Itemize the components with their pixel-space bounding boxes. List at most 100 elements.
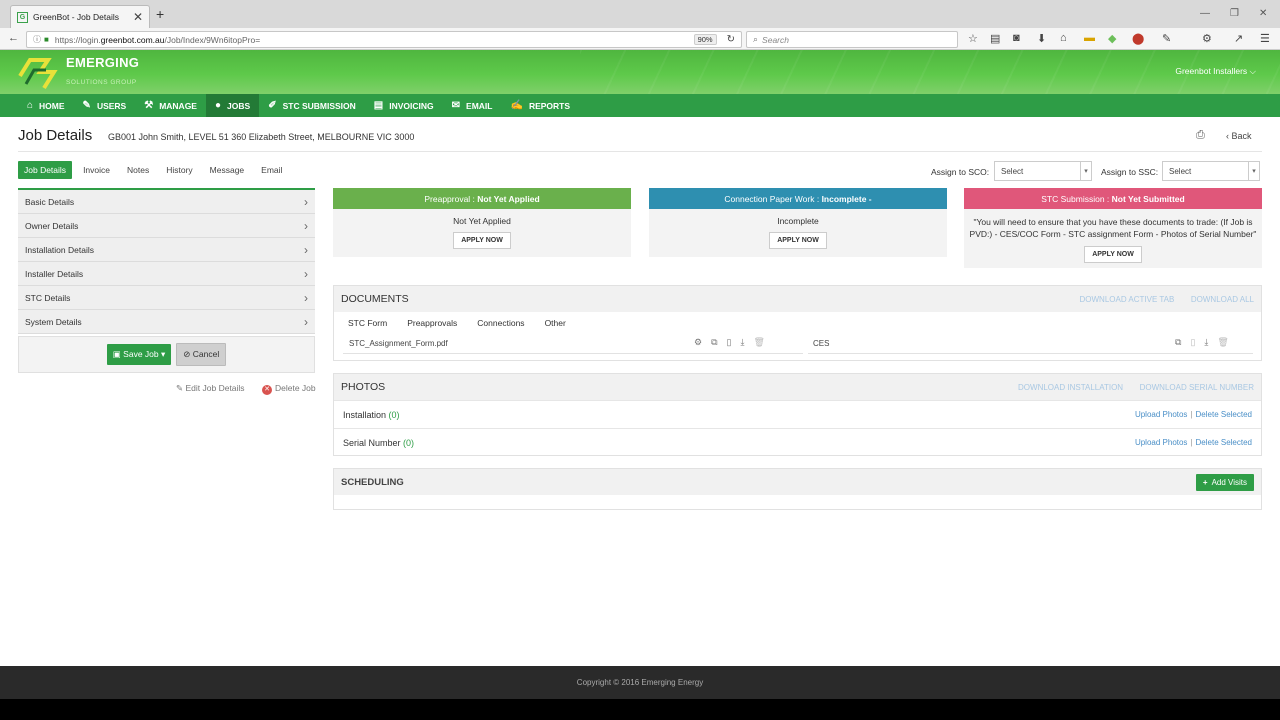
stc-submission-card: STC Submission : Not Yet Submitted "You …	[964, 188, 1262, 268]
home-icon: ⌂	[27, 100, 34, 111]
copyright-text: Copyright © 2016 Emerging Energy	[576, 678, 704, 687]
new-tab-icon[interactable]: +	[156, 6, 164, 22]
user-menu[interactable]: Greenbot Installers ⌵	[1175, 66, 1256, 77]
edit-job-details-link[interactable]: ✎ Edit Job Details	[176, 383, 245, 394]
job-subtabs: Job Details Invoice Notes History Messag…	[18, 161, 293, 179]
restore-icon[interactable]: ❐	[1230, 8, 1239, 19]
assign-ssc-select[interactable]: Select ▾	[1162, 161, 1260, 181]
trash-icon[interactable]: 🗑	[1217, 337, 1228, 348]
delete-selected-link[interactable]: Delete Selected	[1196, 438, 1252, 447]
browser-tab[interactable]: G GreenBot - Job Details ✕	[10, 5, 150, 28]
pocket-icon[interactable]: ◙	[1013, 32, 1020, 44]
adblock-icon[interactable]: ⬤	[1132, 32, 1144, 45]
download-serial-number-link[interactable]: DOWNLOAD SERIAL NUMBER	[1140, 383, 1254, 392]
download-all-link[interactable]: DOWNLOAD ALL	[1191, 295, 1254, 304]
preapproval-apply-button[interactable]: APPLY NOW	[453, 232, 511, 249]
hamburger-menu-icon[interactable]: ☰	[1260, 32, 1270, 45]
home-browser-icon[interactable]: ⌂	[1060, 32, 1067, 44]
upload-photos-link[interactable]: Upload Photos	[1135, 410, 1187, 419]
extension-arrow-icon[interactable]: ↗	[1234, 32, 1243, 45]
download-installation-link[interactable]: DOWNLOAD INSTALLATION	[1018, 383, 1123, 392]
tab-history[interactable]: History	[160, 161, 198, 179]
zoom-level[interactable]: 90%	[693, 34, 717, 45]
chevron-right-icon: ›	[304, 314, 308, 329]
nav-invoicing[interactable]: ▤ INVOICING	[365, 94, 443, 117]
tab-email[interactable]: Email	[255, 161, 288, 179]
delete-selected-link[interactable]: Delete Selected	[1196, 410, 1252, 419]
form-actions: ▣ Save Job ▾ ⊘ Cancel	[18, 336, 315, 373]
accordion-basic-details[interactable]: Basic Details ›	[18, 190, 315, 214]
download-active-tab-link[interactable]: DOWNLOAD ACTIVE TAB	[1080, 295, 1175, 304]
extension-tools-icon[interactable]: ✎	[1162, 32, 1171, 45]
nav-home[interactable]: ⌂ HOME	[18, 94, 74, 117]
accordion-stc-details[interactable]: STC Details ›	[18, 286, 315, 310]
doc-tab-preapprovals[interactable]: Preapprovals	[407, 318, 457, 334]
nav-jobs[interactable]: ● JOBS	[205, 94, 260, 117]
tab-notes[interactable]: Notes	[121, 161, 155, 179]
job-address: GB001 John Smith, LEVEL 51 360 Elizabeth…	[108, 132, 415, 142]
browser-tab-title: GreenBot - Job Details	[33, 12, 119, 22]
close-tab-icon[interactable]: ✕	[133, 10, 143, 24]
cancel-button[interactable]: ⊘ Cancel	[176, 343, 227, 366]
upload-photos-link[interactable]: Upload Photos	[1135, 438, 1187, 447]
accordion-installation-details[interactable]: Installation Details ›	[18, 238, 315, 262]
nav-email[interactable]: ✉ EMAIL	[443, 94, 502, 117]
pencil-icon: ✐	[268, 100, 277, 111]
file-icon[interactable]: ▯	[727, 337, 732, 348]
doc-tab-connections[interactable]: Connections	[477, 318, 524, 334]
download-icon[interactable]: ⤓	[1204, 337, 1208, 348]
settings-icon[interactable]: ⚙	[694, 337, 702, 348]
assign-sco-label: Assign to SCO:	[931, 167, 990, 177]
minimize-icon[interactable]: —	[1200, 8, 1210, 19]
print-icon[interactable]: ⎙	[1196, 129, 1205, 142]
doc-tab-stc-form[interactable]: STC Form	[348, 318, 387, 334]
preview-icon[interactable]: ⧉	[711, 337, 717, 348]
reading-list-icon[interactable]: ▤	[990, 32, 1000, 45]
footer-bottom-bar	[0, 699, 1280, 720]
address-bar[interactable]: ⓘ ■ https://login.greenbot.com.au/Job/In…	[26, 31, 742, 48]
reload-icon[interactable]: ↻	[727, 34, 735, 45]
tab-job-details[interactable]: Job Details	[18, 161, 73, 179]
delete-job-link[interactable]: ✕ Delete Job	[262, 383, 316, 395]
stc-apply-button[interactable]: APPLY NOW	[1084, 246, 1142, 263]
browser-search-input[interactable]: ⌕ Search	[746, 31, 958, 48]
accordion-installer-details[interactable]: Installer Details ›	[18, 262, 315, 286]
divider	[18, 151, 1262, 152]
add-visits-button[interactable]: + Add Visits	[1195, 473, 1254, 491]
back-link[interactable]: ‹ Back	[1226, 131, 1252, 141]
report-icon: ✍	[510, 100, 523, 111]
extension-icon[interactable]: ▬	[1084, 32, 1095, 44]
logo-icon	[18, 58, 58, 90]
url-text: https://login.greenbot.com.au/Job/Index/…	[54, 34, 261, 45]
info-icon[interactable]: ⓘ	[33, 34, 41, 45]
back-arrow-icon[interactable]: ←	[8, 32, 19, 44]
tab-message[interactable]: Message	[204, 161, 251, 179]
photo-count: (0)	[388, 409, 400, 420]
trash-icon[interactable]: 🗑	[753, 337, 764, 348]
nav-manage[interactable]: ⚒ MANAGE	[135, 94, 206, 117]
accordion-system-details[interactable]: System Details ›	[18, 310, 315, 334]
bookmark-star-icon[interactable]: ☆	[968, 32, 978, 45]
window-close-icon[interactable]: ✕	[1259, 8, 1267, 19]
document-actions: ⧉ ▯ ⤓ 🗑	[1175, 337, 1229, 348]
document-filename[interactable]: CES	[808, 339, 829, 348]
nav-users[interactable]: ✎ USERS	[74, 94, 136, 117]
download-icon[interactable]: ⤓	[740, 337, 744, 348]
file-icon[interactable]: ▯	[1190, 337, 1195, 348]
save-job-button[interactable]: ▣ Save Job ▾	[106, 344, 172, 365]
save-icon: ▣	[112, 349, 121, 359]
nav-stc-submission[interactable]: ✐ STC SUBMISSION	[259, 94, 365, 117]
user-icon: ●	[214, 100, 222, 111]
document-filename[interactable]: STC_Assignment_Form.pdf	[343, 339, 448, 348]
assign-sco-select[interactable]: Select ▾	[994, 161, 1092, 181]
nav-reports[interactable]: ✍ REPORTS	[501, 94, 579, 117]
accordion-owner-details[interactable]: Owner Details ›	[18, 214, 315, 238]
preview-icon[interactable]: ⧉	[1175, 337, 1181, 348]
tab-invoice[interactable]: Invoice	[77, 161, 116, 179]
download-icon[interactable]: ⬇	[1037, 32, 1046, 45]
extension-green-icon[interactable]: ◆	[1108, 32, 1116, 45]
extension-settings-icon[interactable]: ⚙	[1202, 32, 1212, 45]
connection-apply-button[interactable]: APPLY NOW	[769, 232, 827, 249]
doc-tab-other[interactable]: Other	[545, 318, 566, 334]
assign-ssc-label: Assign to SSC:	[1101, 167, 1159, 177]
